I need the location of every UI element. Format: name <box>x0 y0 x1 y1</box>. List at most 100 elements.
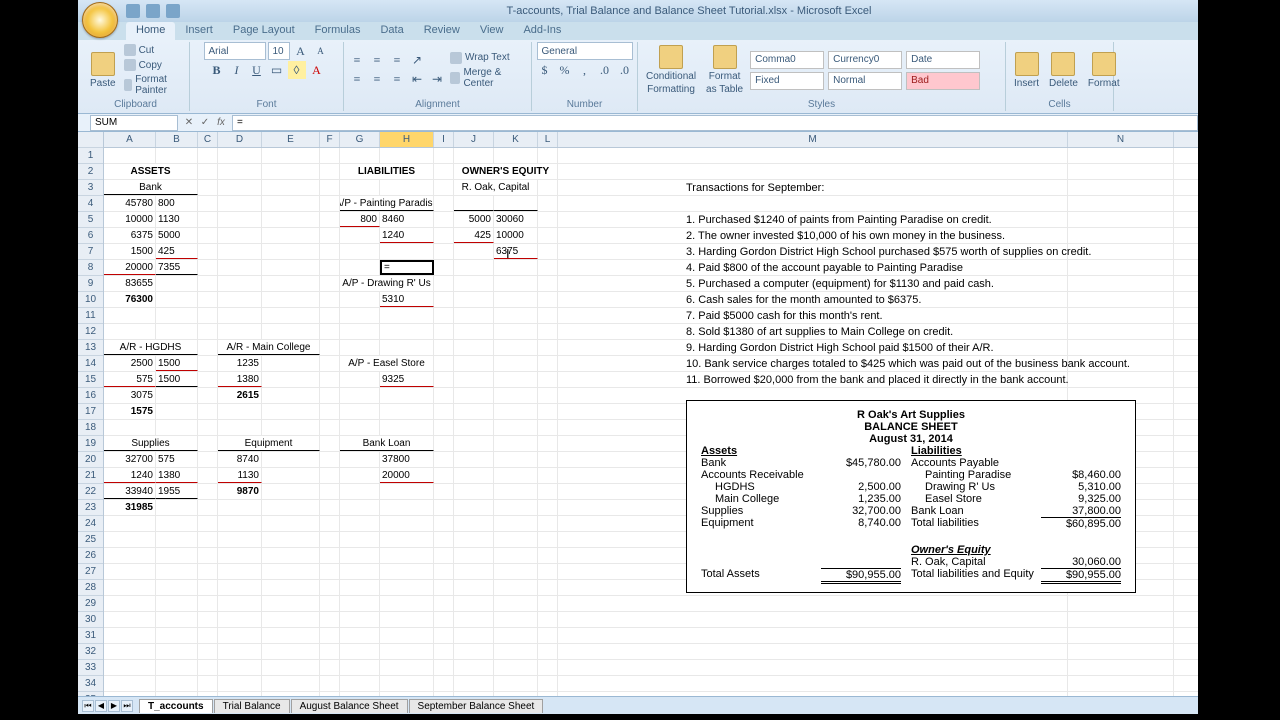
cell-F22[interactable] <box>320 484 340 499</box>
cell-D14[interactable]: 1235 <box>218 356 262 371</box>
cell-I16[interactable] <box>434 388 454 403</box>
cell-L18[interactable] <box>538 420 558 435</box>
cell-D10[interactable] <box>218 292 262 307</box>
cell-B12[interactable] <box>156 324 198 339</box>
cell-E24[interactable] <box>262 516 320 531</box>
cell-B6[interactable]: 5000 <box>156 228 198 243</box>
cell-D31[interactable] <box>218 628 262 643</box>
cell-G25[interactable] <box>340 532 380 547</box>
cell-D2[interactable] <box>218 164 262 179</box>
cell-I33[interactable] <box>434 660 454 675</box>
cell-B17[interactable] <box>156 404 198 419</box>
fx-button[interactable]: fx <box>214 116 228 130</box>
cell-J26[interactable] <box>454 548 494 563</box>
cell-L9[interactable] <box>538 276 558 291</box>
cell-H22[interactable] <box>380 484 434 499</box>
cell-A13[interactable]: A/R - HGDHS <box>104 340 198 355</box>
cell-C29[interactable] <box>198 596 218 611</box>
row-header-27[interactable]: 27 <box>78 564 103 580</box>
cell-C33[interactable] <box>198 660 218 675</box>
row-header-22[interactable]: 22 <box>78 484 103 500</box>
cell-H32[interactable] <box>380 644 434 659</box>
cell-C5[interactable] <box>198 212 218 227</box>
cell-G24[interactable] <box>340 516 380 531</box>
cell-D11[interactable] <box>218 308 262 323</box>
cell-C3[interactable] <box>198 180 218 195</box>
cell-F10[interactable] <box>320 292 340 307</box>
cell-A24[interactable] <box>104 516 156 531</box>
cell-K8[interactable] <box>494 260 538 275</box>
cell-I5[interactable] <box>434 212 454 227</box>
cell-N35[interactable] <box>1068 692 1174 696</box>
cell-A17[interactable]: 1575 <box>104 404 156 419</box>
font-name-select[interactable]: Arial <box>204 42 266 60</box>
cell-A19[interactable]: Supplies <box>104 436 198 451</box>
cell-D20[interactable]: 8740 <box>218 452 262 467</box>
cell-J1[interactable] <box>454 148 494 163</box>
cell-G4[interactable]: A/P - Painting Paradise <box>340 196 434 211</box>
dec-decimal-icon[interactable]: .0 <box>616 61 634 79</box>
cell-I26[interactable] <box>434 548 454 563</box>
cell-N1[interactable] <box>1068 148 1174 163</box>
cell-E23[interactable] <box>262 500 320 515</box>
cell-H33[interactable] <box>380 660 434 675</box>
cell-K31[interactable] <box>494 628 538 643</box>
cell-L28[interactable] <box>538 580 558 595</box>
cell-L25[interactable] <box>538 532 558 547</box>
cell-H18[interactable] <box>380 420 434 435</box>
cell-H5[interactable]: 8460 <box>380 212 434 227</box>
cell-B14[interactable]: 1500 <box>156 356 198 371</box>
col-header-J[interactable]: J <box>454 132 494 147</box>
cell-I4[interactable] <box>434 196 454 211</box>
enter-formula-button[interactable]: ✓ <box>198 116 212 130</box>
cell-B31[interactable] <box>156 628 198 643</box>
cell-A23[interactable]: 31985 <box>104 500 156 515</box>
align-bottom-icon[interactable]: ≡ <box>388 52 406 70</box>
cell-L33[interactable] <box>538 660 558 675</box>
cell-F32[interactable] <box>320 644 340 659</box>
cell-J19[interactable] <box>454 436 494 451</box>
cell-C18[interactable] <box>198 420 218 435</box>
row-header-29[interactable]: 29 <box>78 596 103 612</box>
cell-D21[interactable]: 1130 <box>218 468 262 483</box>
row-header-2[interactable]: 2 <box>78 164 103 180</box>
cell-D8[interactable] <box>218 260 262 275</box>
cell-F15[interactable] <box>320 372 340 387</box>
cell-H30[interactable] <box>380 612 434 627</box>
cell-E30[interactable] <box>262 612 320 627</box>
cell-K32[interactable] <box>494 644 538 659</box>
col-header-G[interactable]: G <box>340 132 380 147</box>
cell-G21[interactable] <box>340 468 380 483</box>
tab-formulas[interactable]: Formulas <box>305 22 371 40</box>
cell-H34[interactable] <box>380 676 434 691</box>
cell-A2[interactable]: ASSETS <box>104 164 198 179</box>
col-header-I[interactable]: I <box>434 132 454 147</box>
cell-K12[interactable] <box>494 324 538 339</box>
cell-M34[interactable] <box>558 676 1068 691</box>
cell-G26[interactable] <box>340 548 380 563</box>
cell-H21[interactable]: 20000 <box>380 468 434 483</box>
cell-L3[interactable] <box>538 180 558 195</box>
style-date[interactable]: Date <box>906 51 980 69</box>
cell-H13[interactable] <box>380 340 434 355</box>
cell-G11[interactable] <box>340 308 380 323</box>
cell-G8[interactable] <box>340 260 380 275</box>
cell-J28[interactable] <box>454 580 494 595</box>
cell-E31[interactable] <box>262 628 320 643</box>
cell-I34[interactable] <box>434 676 454 691</box>
cell-A4[interactable]: 45780 <box>104 196 156 211</box>
cell-I7[interactable] <box>434 244 454 259</box>
cell-J3[interactable]: R. Oak, Capital <box>454 180 538 195</box>
cell-N34[interactable] <box>1068 676 1174 691</box>
cell-F3[interactable] <box>320 180 340 195</box>
cell-K15[interactable] <box>494 372 538 387</box>
cell-G15[interactable] <box>340 372 380 387</box>
cell-A29[interactable] <box>104 596 156 611</box>
cell-D28[interactable] <box>218 580 262 595</box>
cell-G33[interactable] <box>340 660 380 675</box>
wrap-text-button[interactable]: Wrap Text <box>448 51 527 65</box>
cell-F13[interactable] <box>320 340 340 355</box>
cell-I18[interactable] <box>434 420 454 435</box>
align-top-icon[interactable]: ≡ <box>348 52 366 70</box>
cell-K29[interactable] <box>494 596 538 611</box>
